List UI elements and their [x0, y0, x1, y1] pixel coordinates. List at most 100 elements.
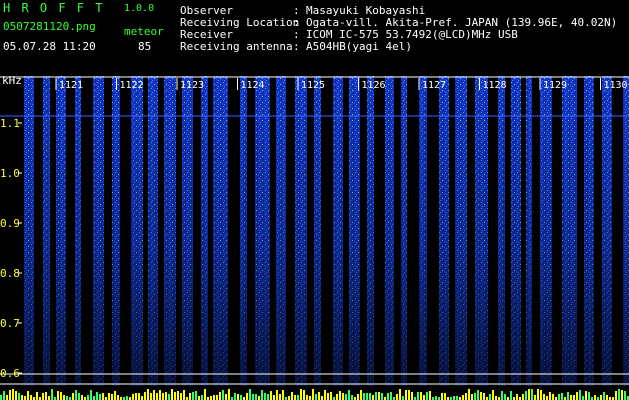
baseline-spike: [219, 392, 221, 400]
baseline-spike: [336, 394, 338, 400]
band-fade: [164, 76, 176, 386]
baseline-spike: [525, 391, 527, 400]
baseline-spike: [534, 395, 536, 400]
time-ticks: 1121 1122 1123 1124 1125 1126 1127 1128 1129 1130: [18, 78, 628, 374]
baseline-spike: [168, 394, 170, 400]
baseline-spike: [165, 392, 167, 400]
baseline-spike: [30, 395, 32, 400]
baseline-spike: [45, 392, 47, 400]
baseline-spike: [18, 393, 20, 400]
baseline-spike: [402, 396, 404, 400]
baseline-spike: [585, 391, 587, 400]
baseline-spike: [309, 396, 311, 400]
baseline-spike: [273, 395, 275, 400]
time-tick-label: 1125: [301, 80, 325, 91]
baseline-spike: [426, 392, 428, 400]
baseline-spike: [300, 389, 302, 400]
baseline-spike: [324, 390, 326, 400]
baseline-spike: [255, 394, 257, 400]
baseline-spike: [261, 390, 263, 400]
baseline-spike: [378, 392, 380, 400]
baseline-spike: [297, 395, 299, 400]
baseline-spike: [51, 389, 53, 400]
baseline-spike: [288, 396, 290, 400]
baseline-spike: [201, 395, 203, 400]
band-fade: [314, 76, 321, 386]
baseline-spike: [462, 395, 464, 400]
info-sep: :: [293, 40, 300, 53]
y-tick-label: 1.1: [0, 117, 20, 130]
band-fade: [511, 76, 521, 386]
baseline-spike: [567, 392, 569, 400]
baseline-spike: [357, 394, 359, 400]
baseline-spike: [369, 393, 371, 400]
baseline-spike: [156, 393, 158, 400]
baseline-spike: [501, 391, 503, 400]
baseline-spike: [93, 396, 95, 400]
baseline-spike: [480, 392, 482, 400]
band-fade: [455, 76, 467, 386]
baseline-spike: [144, 392, 146, 400]
baseline-spike: [579, 390, 581, 400]
baseline-spike: [615, 391, 617, 400]
baseline-spike: [48, 396, 50, 400]
baseline-spike: [267, 394, 269, 400]
baseline-spike: [102, 393, 104, 400]
baseline-spike: [408, 390, 410, 400]
baseline-spike: [390, 392, 392, 400]
baseline-spike: [279, 394, 281, 400]
baseline-spike: [339, 391, 341, 400]
band-fade: [255, 76, 270, 386]
baseline-spike: [441, 393, 443, 400]
band-fade: [439, 76, 449, 386]
baseline-spike: [492, 390, 494, 400]
baseline-spike: [321, 396, 323, 400]
baseline-spike: [516, 394, 518, 400]
baseline-spike: [282, 390, 284, 400]
baseline-spike: [147, 389, 149, 400]
baseline-spike: [624, 391, 626, 400]
baseline-spike: [195, 391, 197, 400]
baseline-spike: [222, 390, 224, 400]
baseline-spike: [582, 396, 584, 400]
baseline-spike: [171, 389, 173, 400]
baseline-spike: [177, 391, 179, 400]
band-fade: [148, 76, 158, 386]
band-fade: [385, 76, 394, 386]
baseline-spike: [420, 392, 422, 400]
baseline-spike: [429, 391, 431, 400]
baseline-spike: [399, 389, 401, 400]
baseline-spike: [294, 395, 296, 400]
baseline-spike: [210, 396, 212, 400]
baseline-spike: [90, 390, 92, 400]
baseline-spike: [465, 393, 467, 400]
baseline-spike: [60, 392, 62, 400]
time-tick-label: 1124: [241, 80, 265, 91]
baseline-spike: [327, 393, 329, 400]
baseline-spike: [117, 395, 119, 400]
baseline-spike: [552, 394, 554, 400]
baseline-spike: [75, 390, 77, 400]
image-filename: 0507281120.png: [3, 20, 96, 33]
baseline-spike: [270, 391, 272, 400]
baseline-spike: [183, 390, 185, 400]
baseline-spike: [588, 392, 590, 400]
baseline-spike: [21, 395, 23, 400]
baseline-spike: [276, 390, 278, 400]
baseline-spike: [537, 389, 539, 400]
baseline-spike: [387, 393, 389, 400]
baseline-spike: [258, 396, 260, 400]
baseline-spike: [108, 393, 110, 400]
date-time: 05.07.28 11:20: [3, 40, 96, 53]
baseline-spike: [87, 395, 89, 400]
baseline-spike: [618, 389, 620, 400]
baseline-spike: [576, 392, 578, 400]
baseline-spike: [489, 394, 491, 400]
band-fade: [24, 76, 34, 386]
baseline-spike: [63, 395, 65, 400]
baseline-spike: [546, 396, 548, 400]
event-count: 85: [138, 40, 152, 53]
baseline-spike: [543, 394, 545, 400]
band-fade: [475, 76, 488, 386]
baseline-spike: [504, 394, 506, 400]
